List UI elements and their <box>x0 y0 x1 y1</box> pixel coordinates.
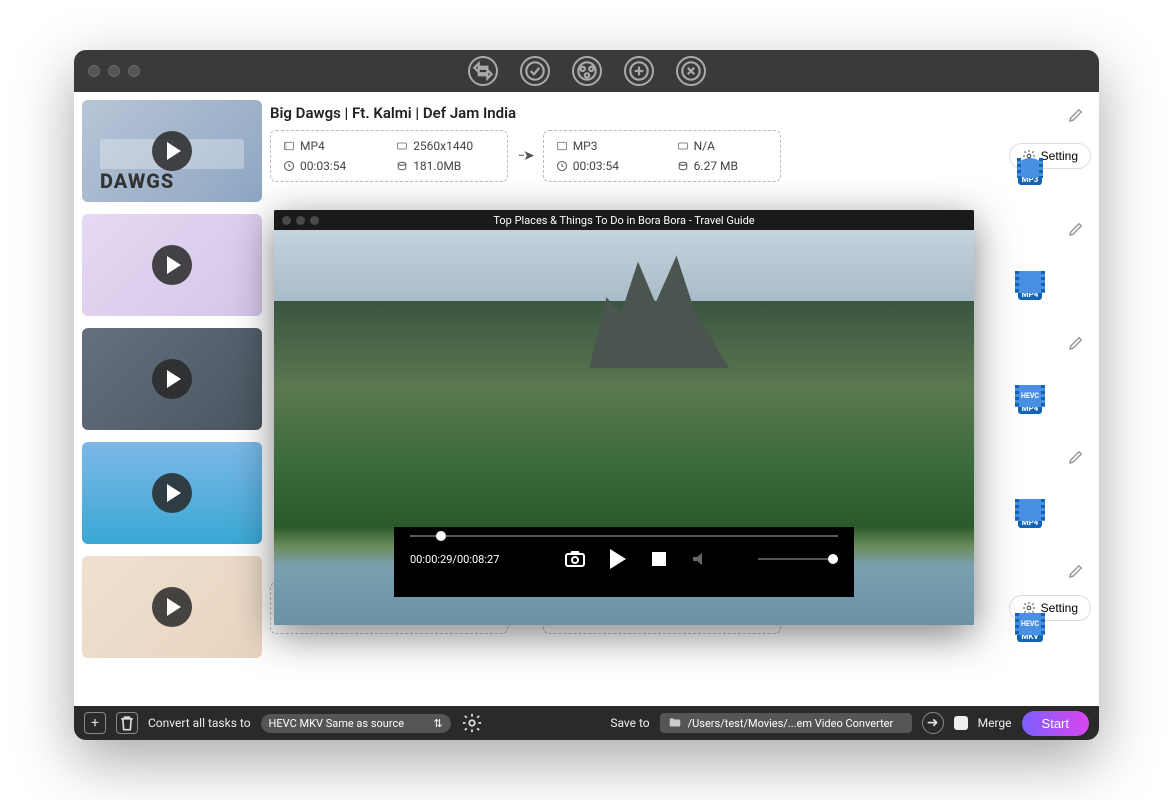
video-thumbnail[interactable] <box>82 214 262 316</box>
delete-button[interactable] <box>116 712 138 734</box>
format-badge[interactable]: MP3 <box>1009 152 1051 190</box>
download-tab-icon[interactable] <box>520 56 550 86</box>
player-titlebar: Top Places & Things To Do in Bora Bora -… <box>274 210 974 230</box>
close-icon[interactable] <box>88 65 100 77</box>
browse-folder-button[interactable]: ➜ <box>922 712 944 734</box>
title-bar <box>74 50 1099 92</box>
app-window: Big Dawgs | Ft. Kalmi | Def Jam India MP… <box>74 50 1099 740</box>
clock-icon <box>283 160 295 172</box>
video-thumbnail[interactable] <box>82 442 262 544</box>
film-add-tab-icon[interactable] <box>624 56 654 86</box>
pencil-icon[interactable] <box>1067 334 1085 352</box>
video-title: Big Dawgs | Ft. Kalmi | Def Jam India <box>270 104 1091 122</box>
task-row: Big Dawgs | Ft. Kalmi | Def Jam India MP… <box>82 100 1091 208</box>
video-preview-window: Top Places & Things To Do in Bora Bora -… <box>274 210 974 625</box>
video-thumbnail[interactable] <box>82 100 262 202</box>
pencil-icon[interactable] <box>1067 562 1085 580</box>
add-button[interactable]: + <box>84 712 106 734</box>
film-x-tab-icon[interactable] <box>676 56 706 86</box>
player-close-icon[interactable] <box>282 216 291 225</box>
volume-slider[interactable] <box>758 558 838 560</box>
preset-select[interactable]: HEVC MKV Same as source ⇅ <box>261 714 451 733</box>
convert-all-label: Convert all tasks to <box>148 716 251 730</box>
snapshot-icon[interactable] <box>563 547 587 571</box>
start-button[interactable]: Start <box>1022 711 1089 736</box>
format-badge[interactable]: HEVCMP4 <box>1009 380 1051 418</box>
format-badge[interactable]: MP4 <box>1009 266 1051 304</box>
seek-bar[interactable] <box>410 535 838 537</box>
pencil-icon[interactable] <box>1067 448 1085 466</box>
play-icon[interactable] <box>152 131 192 171</box>
film-tab-icon[interactable] <box>572 56 602 86</box>
play-icon[interactable] <box>152 245 192 285</box>
top-toolbar <box>468 56 706 86</box>
video-canvas[interactable]: 00:00:29/00:08:27 <box>274 230 974 625</box>
minimize-icon[interactable] <box>108 65 120 77</box>
seek-handle[interactable] <box>436 531 446 541</box>
video-thumbnail[interactable] <box>82 328 262 430</box>
volume-icon[interactable] <box>689 547 713 571</box>
save-path-field[interactable]: /Users/test/Movies/...em Video Converter <box>660 713 912 733</box>
merge-checkbox[interactable] <box>954 716 968 730</box>
chevron-updown-icon: ⇅ <box>433 717 442 730</box>
preset-settings-icon[interactable] <box>461 712 483 734</box>
folder-icon <box>668 716 682 730</box>
player-title: Top Places & Things To Do in Bora Bora -… <box>493 214 754 227</box>
source-info-box: MP4 2560x1440 00:03:54 181.0MB <box>270 130 508 182</box>
play-icon[interactable] <box>605 547 629 571</box>
maximize-icon[interactable] <box>128 65 140 77</box>
resolution-icon <box>396 140 408 152</box>
format-icon <box>283 140 295 152</box>
volume-handle[interactable] <box>828 554 838 564</box>
disk-icon <box>396 160 408 172</box>
pencil-icon[interactable] <box>1067 106 1085 124</box>
video-thumbnail[interactable] <box>82 556 262 658</box>
window-controls <box>74 65 140 77</box>
play-icon[interactable] <box>152 359 192 399</box>
play-icon[interactable] <box>152 473 192 513</box>
pencil-icon[interactable] <box>1067 220 1085 238</box>
format-badge[interactable]: MP4 <box>1009 494 1051 532</box>
arrow-icon: ···➤ <box>518 148 533 164</box>
target-info-box: MP3 N/A 00:03:54 6.27 MB <box>543 130 781 182</box>
player-maximize-icon[interactable] <box>310 216 319 225</box>
save-to-label: Save to <box>610 716 649 730</box>
stop-icon[interactable] <box>647 547 671 571</box>
time-display: 00:00:29/00:08:27 <box>410 553 499 566</box>
merge-label: Merge <box>978 716 1012 730</box>
convert-tab-icon[interactable] <box>468 56 498 86</box>
play-icon[interactable] <box>152 587 192 627</box>
player-controls: 00:00:29/00:08:27 <box>394 527 854 597</box>
player-minimize-icon[interactable] <box>296 216 305 225</box>
format-badge[interactable]: HEVCMKV <box>1009 608 1051 646</box>
footer-bar: + Convert all tasks to HEVC MKV Same as … <box>74 706 1099 740</box>
